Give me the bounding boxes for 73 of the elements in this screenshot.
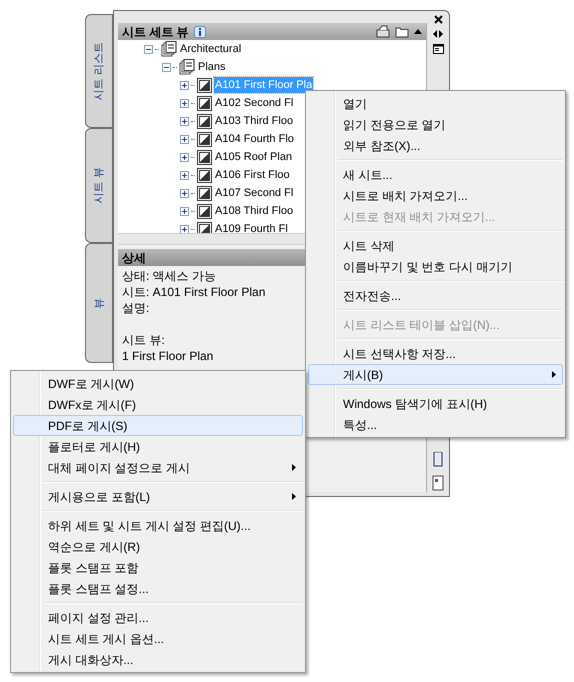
tree-item[interactable]: A104 Fourth Flo <box>214 131 295 147</box>
menu-item[interactable]: PDF로 게시(S) <box>13 415 303 436</box>
menu-item[interactable]: 이름바꾸기 및 번호 다시 매기기 <box>308 256 563 277</box>
tree-item[interactable]: A109 Fourth Fl <box>214 221 289 233</box>
detail-line: 상태: 액세스 가능 <box>122 268 216 284</box>
auto-hide-icon[interactable] <box>433 30 443 38</box>
side-tab[interactable]: 뷰 <box>85 243 113 363</box>
tree-item[interactable]: A106 First Floo <box>214 167 291 183</box>
sheet-icon <box>197 150 212 164</box>
collapse-icon[interactable] <box>162 62 171 72</box>
sheet-icon <box>197 96 212 110</box>
side-tab[interactable]: 시트 리스트 <box>85 14 113 128</box>
detail-line: 설명: <box>122 300 150 316</box>
panel-title: 시트 세트 뷰 <box>122 24 189 40</box>
menu-item[interactable]: 시트 세트 게시 옵션... <box>13 628 303 649</box>
dropdown-arrow-icon[interactable] <box>414 29 422 34</box>
tree-item[interactable]: A103 Third Floo <box>214 113 294 129</box>
folder-icon[interactable] <box>395 26 409 38</box>
menu-item[interactable]: 역순으로 게시(R) <box>13 536 303 557</box>
expand-icon[interactable] <box>180 224 189 233</box>
menu-item[interactable]: 읽기 전용으로 열기 <box>308 114 563 135</box>
menu-item[interactable]: 열기 <box>308 93 563 114</box>
menu-item[interactable]: 시트 선택사항 저장... <box>308 343 563 364</box>
menu-item[interactable]: 게시(B) <box>308 364 563 385</box>
menu-item[interactable]: DWFx로 게시(F) <box>13 394 303 415</box>
menu-item[interactable]: 외부 참조(X)... <box>308 135 563 156</box>
details-title: 상세 <box>122 250 146 266</box>
sheet-stack-icon <box>179 59 195 75</box>
expand-icon[interactable] <box>180 152 189 162</box>
menu-item[interactable]: Windows 탐색기에 표시(H) <box>308 393 563 414</box>
expand-icon[interactable] <box>180 116 189 126</box>
menu-item[interactable]: 전자전송... <box>308 285 563 306</box>
sheet-icon <box>197 204 212 218</box>
menu-item[interactable]: 하위 세트 및 시트 게시 설정 편집(U)... <box>13 515 303 536</box>
sheet-icon <box>197 78 212 92</box>
sheet-icon <box>197 114 212 128</box>
menu-item[interactable]: 플롯 스탬프 포함 <box>13 557 303 578</box>
menu-item[interactable]: 특성... <box>308 414 563 435</box>
menu-item[interactable]: 게시 대화상자... <box>13 649 303 670</box>
expand-icon[interactable] <box>180 134 189 144</box>
side-tab[interactable]: 시트 뷰 <box>85 128 113 243</box>
palette-title-icon <box>432 452 444 492</box>
info-icon[interactable] <box>194 26 206 38</box>
sheet-icon <box>197 168 212 182</box>
detail-line: 시트: A101 First Floor Plan <box>122 284 266 300</box>
tree-item[interactable]: Architectural <box>179 41 242 57</box>
detail-line: 1 First Floor Plan <box>122 348 214 364</box>
menu-item[interactable]: 플로터로 게시(H) <box>13 436 303 457</box>
menu-item[interactable]: 게시용으로 포함(L) <box>13 486 303 507</box>
detail-line: 시트 뷰: <box>122 332 165 348</box>
expand-icon[interactable] <box>180 98 189 108</box>
tree-item[interactable]: A102 Second Fl <box>214 95 294 111</box>
expand-icon[interactable] <box>180 206 189 216</box>
tree-item[interactable]: A105 Roof Plan <box>214 149 294 165</box>
expand-icon[interactable] <box>180 188 189 198</box>
menu-item[interactable]: DWF로 게시(W) <box>13 373 303 394</box>
publish-icon[interactable] <box>376 25 390 38</box>
collapse-icon[interactable] <box>144 44 153 54</box>
menu-item[interactable]: 대체 페이지 설정으로 게시 <box>13 457 303 478</box>
menu-item[interactable]: 페이지 설정 관리... <box>13 607 303 628</box>
sheet-icon <box>197 186 212 200</box>
tree-item[interactable]: A107 Second Fl <box>214 185 294 201</box>
close-icon[interactable] <box>434 15 442 24</box>
tree-item[interactable]: A108 Third Floo <box>214 203 294 219</box>
tree-item[interactable]: Plans <box>197 59 227 75</box>
expand-icon[interactable] <box>180 80 189 90</box>
menu-item[interactable]: 시트로 배치 가져오기... <box>308 185 563 206</box>
expand-icon[interactable] <box>180 170 189 180</box>
menu-item[interactable]: 시트 삭제 <box>308 235 563 256</box>
menu-item[interactable]: 새 시트... <box>308 164 563 185</box>
menu-item[interactable]: 플롯 스탬프 설정... <box>13 578 303 599</box>
sheet-icon <box>197 132 212 146</box>
properties-icon[interactable] <box>432 44 444 54</box>
